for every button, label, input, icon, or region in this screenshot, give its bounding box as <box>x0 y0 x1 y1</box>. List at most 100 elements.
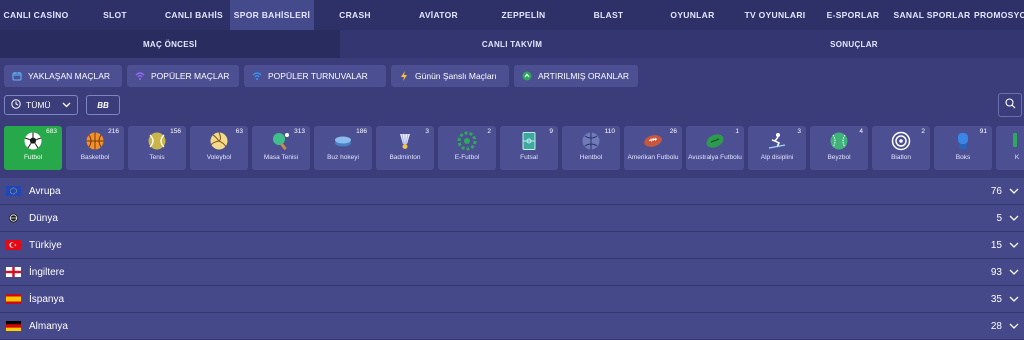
sport-count: 3 <box>797 128 801 135</box>
sport-tile-basketbol[interactable]: 216 Basketbol <box>66 126 124 170</box>
sports-bar: 683 Futbol 216 Basketbol 156 Tenis 63 Vo… <box>4 126 1024 170</box>
sport-tile-masa-tenisi[interactable]: 313 Masa Tenisi <box>252 126 310 170</box>
handball-icon <box>582 132 600 150</box>
sport-label: Badminton <box>389 154 421 161</box>
nav-crash[interactable]: CRASH <box>314 0 396 30</box>
nav-slot[interactable]: SLOT <box>72 0 158 30</box>
time-range-value: TÜMÜ <box>26 100 51 110</box>
sport-label: Basketbol <box>80 154 110 161</box>
tab-canli-takvim[interactable]: CANLI TAKVİM <box>340 30 684 58</box>
target-icon <box>891 131 911 151</box>
popular-tournaments-button[interactable]: POPÜLER TURNUVALAR <box>244 65 386 87</box>
sport-tile-buz-hokeyi[interactable]: 186 Buz hokeyi <box>314 126 372 170</box>
country-row-ingiltere[interactable]: İngiltere 93 <box>0 259 1024 286</box>
sport-label: Beyzbol <box>827 154 851 161</box>
time-range-select[interactable]: TÜMÜ <box>4 95 78 115</box>
sport-tile-boks[interactable]: 91 Boks <box>934 126 992 170</box>
sport-tile-partial[interactable]: K <box>996 126 1024 170</box>
country-row-dunya[interactable]: Dünya 5 <box>0 205 1024 232</box>
sport-tile-alp-disiplini[interactable]: 3 Alp disiplini <box>748 126 806 170</box>
aussie-football-icon <box>706 134 724 148</box>
popular-tournaments-label: POPÜLER TURNUVALAR <box>268 71 368 81</box>
sport-count: 9 <box>549 128 553 135</box>
chevron-down-icon <box>1009 242 1019 248</box>
country-row-avrupa[interactable]: Avrupa 76 <box>0 178 1024 205</box>
sport-count: 91 <box>979 128 987 135</box>
search-button[interactable] <box>998 93 1022 117</box>
nav-blast[interactable]: BLAST <box>566 0 651 30</box>
country-count: 5 <box>996 212 1002 224</box>
sport-count: 63 <box>235 128 243 135</box>
sport-tile-beyzbol[interactable]: 4 Beyzbol <box>810 126 868 170</box>
sport-tile-avustralya-futbolu[interactable]: 1 Avustralya Futbolu <box>686 126 744 170</box>
chevron-down-icon <box>1009 215 1019 221</box>
upcoming-matches-button[interactable]: YAKLAŞAN MAÇLAR <box>4 65 122 87</box>
nav-oyunlar[interactable]: OYUNLAR <box>651 0 734 30</box>
hockey-puck-icon <box>335 136 351 147</box>
chevron-down-icon <box>62 100 71 110</box>
england-flag-icon <box>6 267 21 277</box>
sport-label: Tenis <box>149 154 165 161</box>
quick-filters: YAKLAŞAN MAÇLAR POPÜLER MAÇLAR POPÜLER T… <box>4 65 638 87</box>
shuttlecock-icon <box>400 133 410 149</box>
sport-tile-e-futbol[interactable]: 2 E-Futbol <box>438 126 496 170</box>
tab-sonuclar[interactable]: SONUÇLAR <box>684 30 1024 58</box>
germany-flag-icon <box>6 321 21 331</box>
nav-zeppelin[interactable]: ZEPPELİN <box>481 0 566 30</box>
eu-flag-icon <box>6 186 21 196</box>
nav-promosyonlar[interactable]: PROMOSYONLAR <box>974 0 1024 30</box>
sport-count: 186 <box>356 128 367 135</box>
lucky-matches-button[interactable]: Günün Şanslı Maçları <box>391 65 509 87</box>
boosted-odds-button[interactable]: ARTIRILMIŞ ORANLAR <box>514 65 638 87</box>
country-count: 93 <box>990 266 1002 278</box>
sport-tile-voleybol[interactable]: 63 Voleybol <box>190 126 248 170</box>
country-row-turkiye[interactable]: Türkiye 15 <box>0 232 1024 259</box>
upcoming-matches-label: YAKLAŞAN MAÇLAR <box>28 71 111 81</box>
boxing-glove-icon <box>958 133 968 149</box>
boosted-odds-label: ARTIRILMIŞ ORANLAR <box>538 71 630 81</box>
sport-label: Boks <box>955 154 971 161</box>
bet-builder-button[interactable]: BB <box>86 95 120 115</box>
nav-e-sporlar[interactable]: E-SPORLAR <box>816 0 890 30</box>
e-football-icon <box>457 131 477 151</box>
sport-label: Masa Tenisi <box>263 154 299 161</box>
nav-spor-bahisleri[interactable]: SPOR BAHİSLERİ <box>230 0 314 30</box>
sub-tabs: MAÇ ÖNCESİ CANLI TAKVİM SONUÇLAR <box>0 30 1024 58</box>
sport-label: Hentbol <box>579 154 603 161</box>
nav-aviator[interactable]: AVİATOR <box>396 0 481 30</box>
country-count: 28 <box>990 320 1002 332</box>
nav-canli-bahis[interactable]: CANLI BAHİS <box>158 0 230 30</box>
nav-sanal-sporlar[interactable]: SANAL SPORLAR <box>890 0 974 30</box>
filter-row: TÜMÜ BB <box>4 93 1022 117</box>
baseball-icon <box>830 132 848 150</box>
chevron-down-icon <box>1009 188 1019 194</box>
sport-count: 683 <box>46 128 57 135</box>
sport-count: 156 <box>170 128 181 135</box>
american-football-icon <box>644 135 662 147</box>
sport-label: K <box>1014 154 1020 161</box>
wifi-icon <box>135 71 145 81</box>
country-count: 35 <box>990 293 1002 305</box>
lucky-matches-label: Günün Şanslı Maçları <box>415 71 497 81</box>
sport-count: 110 <box>604 128 615 135</box>
ping-pong-icon <box>273 133 289 150</box>
popular-matches-button[interactable]: POPÜLER MAÇLAR <box>127 65 239 87</box>
nav-canli-casino[interactable]: CANLI CASİNO <box>0 0 72 30</box>
country-row-ispanya[interactable]: İspanya 35 <box>0 286 1024 313</box>
sport-tile-tenis[interactable]: 156 Tenis <box>128 126 186 170</box>
sport-tile-amerikan-futbolu[interactable]: 26 Amerikan Futbolu <box>624 126 682 170</box>
sport-count: 216 <box>108 128 119 135</box>
country-row-almanya[interactable]: Almanya 28 <box>0 313 1024 340</box>
soccer-ball-icon <box>24 132 42 150</box>
tab-mac-oncesi[interactable]: MAÇ ÖNCESİ <box>0 30 340 58</box>
clock-icon <box>11 99 21 111</box>
sport-label: Futbol <box>23 154 43 161</box>
sport-tile-badminton[interactable]: 3 Badminton <box>376 126 434 170</box>
sport-tile-futsal[interactable]: 9 Futsal <box>500 126 558 170</box>
turkey-flag-icon <box>6 240 21 250</box>
sport-tile-biatlon[interactable]: 2 Biatlon <box>872 126 930 170</box>
country-name: İspanya <box>29 293 65 305</box>
sport-tile-hentbol[interactable]: 110 Hentbol <box>562 126 620 170</box>
sport-tile-futbol[interactable]: 683 Futbol <box>4 126 62 170</box>
nav-tv-oyunlari[interactable]: TV OYUNLARI <box>734 0 816 30</box>
